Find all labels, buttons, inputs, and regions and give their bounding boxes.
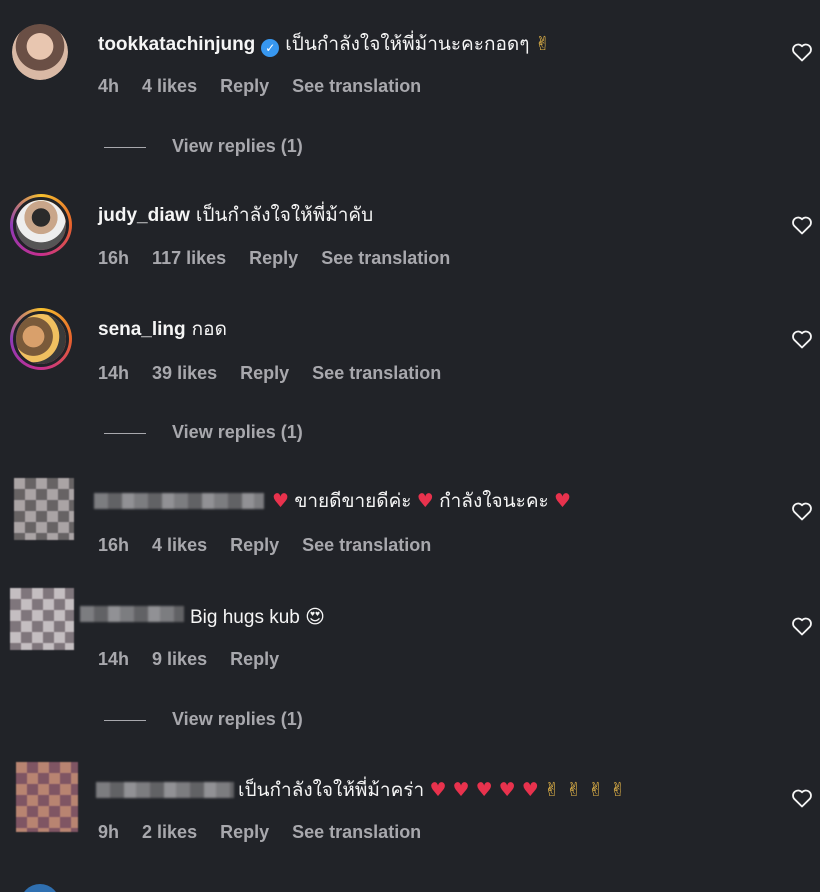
blurred-avatar[interactable] (14, 478, 74, 540)
comment-text: Big hugs kub (190, 607, 300, 628)
heart-outline-icon[interactable] (790, 327, 814, 351)
peace-emoji-row: ✌ ✌ ✌ ✌ (544, 779, 626, 801)
view-replies-label: View replies (1) (172, 422, 303, 442)
timestamp[interactable]: 16h (98, 248, 129, 268)
heart-emoji: ♥ (272, 490, 290, 512)
likes-count[interactable]: 117 likes (152, 248, 226, 268)
heart-eyes-emoji: 😍 (305, 606, 325, 628)
comment-text-line: sena_ling กอด (98, 318, 227, 342)
see-translation-button[interactable]: See translation (312, 363, 441, 383)
heart-outline-icon[interactable] (790, 614, 814, 638)
avatar[interactable] (10, 194, 72, 256)
see-translation-button[interactable]: See translation (292, 76, 421, 96)
divider-line (104, 719, 146, 721)
likes-count[interactable]: 9 likes (152, 649, 207, 669)
likes-count[interactable]: 39 likes (152, 363, 217, 383)
view-replies-label: View replies (1) (172, 136, 303, 156)
timestamp[interactable]: 14h (98, 649, 129, 669)
blurred-username[interactable] (80, 606, 184, 622)
heart-emoji: ♥ (416, 490, 434, 512)
comment-meta: 9h 2 likes Reply See translation (98, 822, 439, 843)
reply-button[interactable]: Reply (220, 76, 269, 96)
comment-text-line: tookkatachinjung ✓ เป็นกำลังใจให้พี่ม้านะค… (98, 32, 551, 57)
reply-button[interactable]: Reply (220, 822, 269, 842)
avatar-image (12, 24, 68, 80)
username[interactable]: tookkatachinjung (98, 34, 255, 55)
blurred-avatar[interactable] (10, 588, 74, 650)
likes-count[interactable]: 2 likes (142, 822, 197, 842)
divider-line (104, 432, 146, 434)
username[interactable]: judy_diaw (98, 205, 190, 226)
blurred-avatar[interactable] (16, 762, 78, 832)
timestamp[interactable]: 16h (98, 535, 129, 555)
heart-outline-icon[interactable] (790, 786, 814, 810)
comment-text-line: เป็นกำลังใจให้พี่ม้าคร่า ♥ ♥ ♥ ♥ ♥ ✌ ✌ ✌… (238, 778, 626, 803)
reply-button[interactable]: Reply (240, 363, 289, 383)
see-translation-button[interactable]: See translation (302, 535, 431, 555)
comment-text-line: ♥ ขายดีขายดีค่ะ ♥ กำลังใจนะคะ ♥ (272, 489, 571, 514)
heart-emoji-row: ♥ ♥ ♥ ♥ ♥ (429, 779, 539, 801)
blurred-username[interactable] (96, 782, 234, 798)
heart-emoji: ♥ (554, 490, 572, 512)
comment-meta: 14h 9 likes Reply (98, 649, 297, 670)
see-translation-button[interactable]: See translation (321, 248, 450, 268)
timestamp[interactable]: 14h (98, 363, 129, 383)
view-replies-button[interactable]: View replies (1) (104, 709, 303, 730)
avatar-image (16, 200, 66, 250)
comment-text-part: ขายดีขายดีค่ะ (294, 491, 412, 512)
comment-text-line: judy_diaw เป็นกำลังใจให้พี่ม้าคับ (98, 204, 373, 228)
comment-text: เป็นกำลังใจให้พี่ม้านะคะกอดๆ (285, 34, 530, 55)
heart-outline-icon[interactable] (790, 40, 814, 64)
avatar[interactable] (20, 884, 60, 892)
avatar[interactable] (10, 308, 72, 370)
see-translation-button[interactable]: See translation (292, 822, 421, 842)
username[interactable]: sena_ling (98, 319, 186, 340)
view-replies-button[interactable]: View replies (1) (104, 136, 303, 157)
comment-text: กอด (191, 319, 227, 340)
likes-count[interactable]: 4 likes (152, 535, 207, 555)
comment-text-line: Big hugs kub 😍 (190, 605, 325, 630)
peace-emoji: ✌ (534, 33, 551, 55)
comment-meta: 16h 117 likes Reply See translation (98, 248, 468, 269)
timestamp[interactable]: 9h (98, 822, 119, 842)
comment-meta: 16h 4 likes Reply See translation (98, 535, 449, 556)
blurred-username[interactable] (94, 493, 264, 509)
divider-line (104, 146, 146, 148)
likes-count[interactable]: 4 likes (142, 76, 197, 96)
reply-button[interactable]: Reply (230, 535, 279, 555)
heart-outline-icon[interactable] (790, 499, 814, 523)
view-replies-label: View replies (1) (172, 709, 303, 729)
timestamp[interactable]: 4h (98, 76, 119, 96)
comment-text-part: กำลังใจนะคะ (439, 491, 549, 512)
view-replies-button[interactable]: View replies (1) (104, 422, 303, 443)
heart-outline-icon[interactable] (790, 213, 814, 237)
reply-button[interactable]: Reply (249, 248, 298, 268)
avatar[interactable] (12, 24, 68, 80)
comment-text: เป็นกำลังใจให้พี่ม้าคร่า (238, 780, 425, 801)
comment-meta: 14h 39 likes Reply See translation (98, 363, 459, 384)
reply-button[interactable]: Reply (230, 649, 279, 669)
comment-text: เป็นกำลังใจให้พี่ม้าคับ (195, 205, 374, 226)
verified-badge-icon: ✓ (261, 39, 280, 57)
comment-meta: 4h 4 likes Reply See translation (98, 76, 439, 97)
avatar-image (16, 314, 66, 364)
